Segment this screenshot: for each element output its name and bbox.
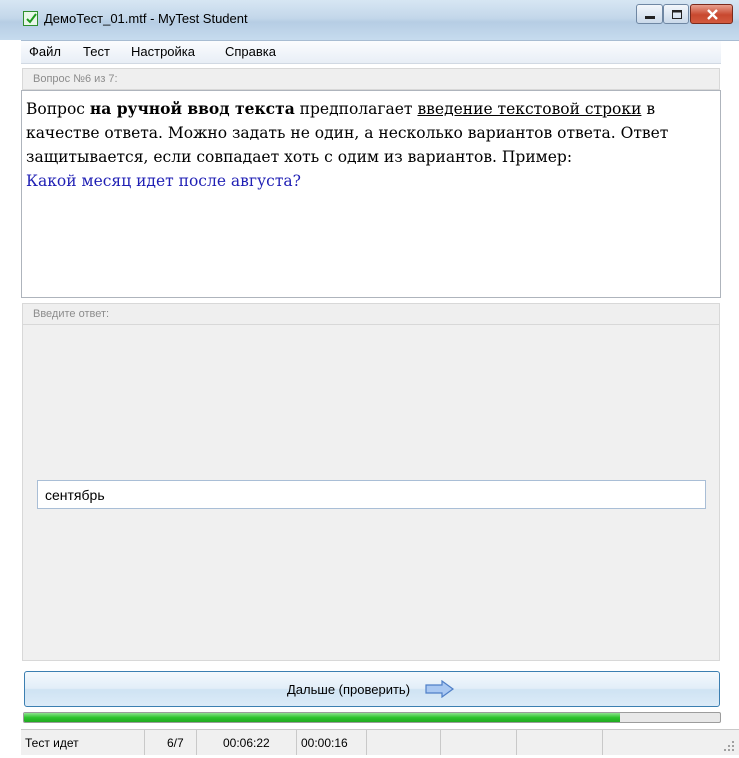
- status-question-time: 00:00:16: [297, 730, 367, 755]
- minimize-button[interactable]: [636, 4, 663, 24]
- maximize-icon: [672, 10, 682, 19]
- answer-area: [22, 325, 720, 661]
- application-window: ДемоТест_01.mtf - MyTest Student Файл Те…: [0, 0, 739, 758]
- title-bar[interactable]: ДемоТест_01.mtf - MyTest Student: [0, 0, 739, 41]
- status-count: 6/7: [145, 730, 197, 755]
- close-button[interactable]: [690, 4, 733, 24]
- menu-test[interactable]: Тест: [83, 44, 110, 59]
- window-title: ДемоТест_01.mtf - MyTest Student: [44, 11, 248, 26]
- status-empty-panel: [367, 730, 441, 755]
- status-bar: Тест идет 6/7 00:06:22 00:00:16: [21, 729, 739, 755]
- status-state: Тест идет: [21, 730, 145, 755]
- menu-settings[interactable]: Настройка: [131, 44, 195, 59]
- window-frame: [0, 40, 21, 758]
- question-text: Вопрос на ручной ввод текста предполагае…: [21, 90, 721, 298]
- status-elapsed-time: 00:06:22: [197, 730, 297, 755]
- resize-grip-icon[interactable]: [724, 741, 735, 752]
- question-header: Вопрос №6 из 7:: [22, 68, 720, 90]
- question-text-part: Вопрос: [26, 100, 90, 118]
- maximize-button[interactable]: [663, 4, 689, 24]
- answer-input[interactable]: [37, 480, 706, 509]
- question-text-underlined: введение текстовой строки: [417, 100, 642, 118]
- arrow-right-icon: [425, 680, 455, 698]
- menu-file[interactable]: Файл: [29, 44, 61, 59]
- progress-fill: [24, 713, 621, 722]
- checkbox-app-icon: [23, 11, 38, 26]
- minimize-icon: [645, 16, 655, 19]
- question-text-part: предполагает: [294, 100, 418, 118]
- question-text-bold: на ручной ввод текста: [89, 99, 295, 118]
- close-icon: [707, 9, 718, 20]
- answer-header: Введите ответ:: [22, 303, 720, 325]
- status-empty-panel: [441, 730, 517, 755]
- menu-help[interactable]: Справка: [225, 44, 276, 59]
- menu-bar: Файл Тест Настройка Справка: [21, 41, 721, 64]
- question-example: Какой месяц идет после августа?: [26, 172, 301, 190]
- next-button-label: Дальше (проверить): [287, 682, 411, 697]
- status-empty-panel: [517, 730, 603, 755]
- next-check-button[interactable]: Дальше (проверить): [24, 671, 720, 707]
- progress-bar: [23, 712, 721, 723]
